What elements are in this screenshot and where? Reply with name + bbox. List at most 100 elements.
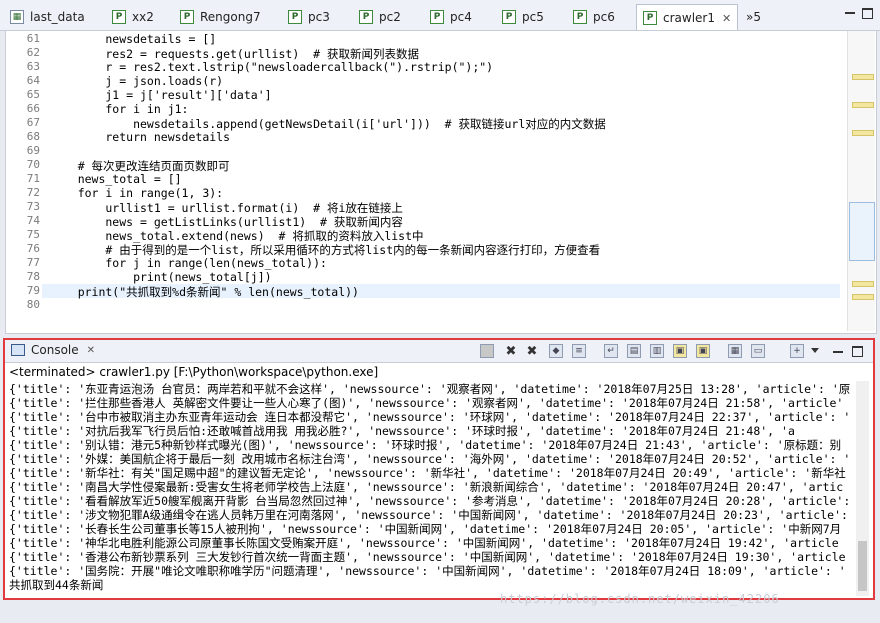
line-number: 62 (26, 46, 40, 59)
tab-label: crawler1 (663, 11, 715, 25)
line-number: 64 (26, 74, 40, 87)
warning-marker[interactable] (852, 102, 874, 108)
code-line: j = json.loads(r) (50, 74, 224, 88)
warning-marker[interactable] (852, 130, 874, 136)
console-header: Console ✕ ✖ ✖ ◆ ≡ ↵ ▤ ▥ ▣ ▣ ▦ ▭ + (5, 340, 873, 363)
display-console-icon[interactable]: ▭ (751, 344, 765, 358)
watermark: https://blog.csdn.net/weixin_42206 (500, 592, 780, 606)
line-number: 71 (26, 172, 40, 185)
code-line: print("共抓取到%d条新闻" % len(news_total)) (50, 285, 359, 299)
scroll-lock-icon[interactable]: ≡ (572, 344, 586, 358)
line-number: 69 (26, 144, 40, 157)
line-number: 68 (26, 130, 40, 143)
warning-marker[interactable] (852, 74, 874, 80)
clear-console-icon[interactable]: ◆ (549, 344, 563, 358)
code-line: for j in range(len(news_total)): (50, 256, 327, 270)
code-editor[interactable]: 61 62 63 64 65 66 67 68 69 70 71 72 73 7… (5, 30, 877, 334)
display-selected-console-icon[interactable]: ▣ (696, 344, 710, 358)
python-file-icon: P (573, 10, 587, 24)
tab-xx2[interactable]: P xx2 (112, 6, 154, 28)
tab-pc6[interactable]: P pc6 (573, 6, 615, 28)
warning-marker[interactable] (852, 281, 874, 287)
python-file-icon: P (288, 10, 302, 24)
python-file-icon: P (359, 10, 373, 24)
code-line: r = res2.text.lstrip("newsloadercallback… (50, 60, 494, 74)
tab-rengong7[interactable]: P Rengong7 (180, 6, 261, 28)
tab-label: pc5 (522, 10, 544, 24)
new-console-icon[interactable]: + (790, 344, 804, 358)
output-line: {'title': '国务院：开展"唯论文唯职称唯学历"问题清理', 'news… (9, 564, 846, 578)
editor-tab-bar: ▦ last_data P xx2 P Rengong7 P pc3 P pc2… (0, 0, 880, 31)
code-line: j1 = j['result']['data'] (50, 88, 272, 102)
maximize-icon[interactable] (852, 346, 863, 357)
overview-ruler[interactable] (847, 31, 875, 331)
tab-label: pc6 (593, 10, 615, 24)
tab-pc4[interactable]: P pc4 (430, 6, 472, 28)
word-wrap-icon[interactable]: ↵ (604, 344, 618, 358)
editor-scroll-thumb[interactable] (849, 202, 875, 261)
line-number: 65 (26, 88, 40, 101)
remove-launch-icon[interactable]: ✖ (504, 344, 518, 359)
console-vertical-scrollbar[interactable] (856, 381, 869, 596)
line-number: 76 (26, 242, 40, 255)
console-icon (11, 344, 25, 356)
code-line: for i in range(1, 3): (50, 186, 224, 200)
line-number: 77 (26, 256, 40, 269)
code-area[interactable]: newsdetails = [] res2 = requests.get(url… (50, 31, 840, 331)
python-file-icon: P (430, 10, 444, 24)
tab-label: pc4 (450, 10, 472, 24)
line-number: 74 (26, 214, 40, 227)
tab-pc5[interactable]: P pc5 (502, 6, 544, 28)
tab-overflow-count: »5 (746, 10, 761, 24)
python-file-icon: P (643, 11, 657, 25)
python-file-icon: P (180, 10, 194, 24)
tab-label: last_data (30, 10, 85, 24)
line-number: 78 (26, 270, 40, 283)
tab-label: pc2 (379, 10, 401, 24)
python-file-icon: P (112, 10, 126, 24)
remove-all-launches-icon[interactable]: ✖ (525, 344, 539, 359)
view-menu-icon[interactable] (811, 348, 819, 353)
code-line: newsdetails = [] (50, 32, 217, 46)
output-line: 共抓取到44条新闻 (9, 578, 104, 592)
python-file-icon: P (502, 10, 516, 24)
terminate-icon[interactable] (480, 344, 494, 358)
console-panel: Console ✕ ✖ ✖ ◆ ≡ ↵ ▤ ▥ ▣ ▣ ▦ ▭ + <termi… (3, 338, 875, 600)
show-stdout-icon[interactable]: ▤ (627, 344, 641, 358)
process-status: <terminated> crawler1.py [F:\Python\work… (9, 365, 379, 379)
line-number: 73 (26, 200, 40, 213)
console-scroll-thumb[interactable] (858, 541, 867, 591)
warning-marker[interactable] (852, 294, 874, 300)
console-tab[interactable]: Console ✕ (11, 343, 95, 357)
line-number-gutter: 61 62 63 64 65 66 67 68 69 70 71 72 73 7… (6, 31, 42, 331)
code-line: news_total = [] (50, 172, 182, 186)
maximize-icon[interactable] (862, 8, 873, 19)
line-number: 63 (26, 60, 40, 73)
code-line: for i in j1: (50, 102, 189, 116)
minimize-icon[interactable] (845, 12, 855, 14)
line-number: 80 (26, 298, 40, 311)
code-line: return newsdetails (50, 130, 231, 144)
tab-overflow-button[interactable]: »5 (746, 6, 761, 28)
tab-pc3[interactable]: P pc3 (288, 6, 330, 28)
minimize-icon[interactable] (833, 351, 843, 353)
line-number: 72 (26, 186, 40, 199)
tab-crawler1[interactable]: P crawler1 ✕ (636, 4, 739, 31)
close-icon[interactable]: ✕ (722, 12, 731, 25)
console-output[interactable]: {'title': '东亚青运泡汤 台官员：两岸若和平就不会这样', 'news… (9, 381, 854, 596)
line-number: 75 (26, 228, 40, 241)
tab-label: xx2 (132, 10, 154, 24)
sheet-icon: ▦ (10, 10, 24, 24)
open-console-icon[interactable]: ▦ (728, 344, 742, 358)
line-number: 66 (26, 102, 40, 115)
show-stderr-icon[interactable]: ▥ (650, 344, 664, 358)
line-number: 79 (26, 284, 40, 297)
pin-console-icon[interactable]: ▣ (673, 344, 687, 358)
tab-pc2[interactable]: P pc2 (359, 6, 401, 28)
console-title: Console (31, 343, 79, 357)
line-number: 70 (26, 158, 40, 171)
code-line: print(news_total[j]) (50, 270, 272, 284)
close-icon[interactable]: ✕ (87, 345, 95, 356)
tab-label: pc3 (308, 10, 330, 24)
tab-last-data[interactable]: ▦ last_data (10, 6, 85, 28)
